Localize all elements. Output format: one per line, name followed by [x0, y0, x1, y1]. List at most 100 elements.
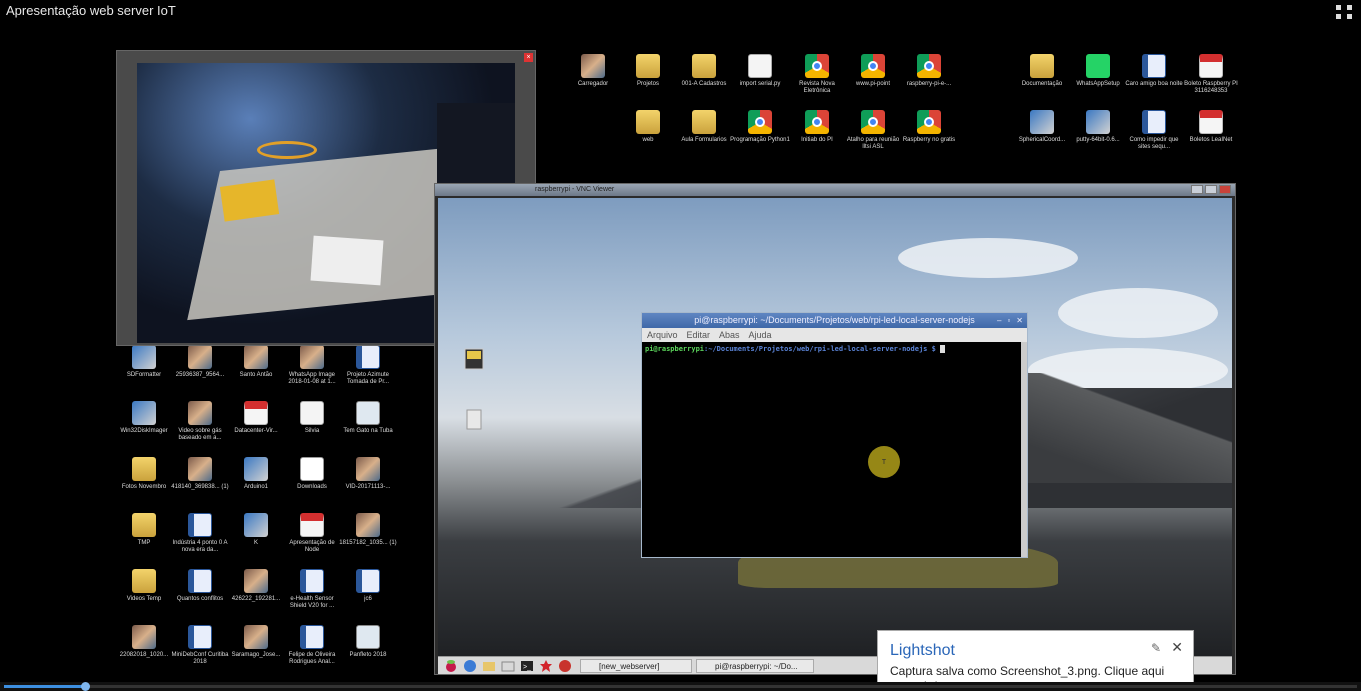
desktop-icon[interactable]: import serial.py: [730, 54, 790, 88]
desktop-icon[interactable]: Datacenter-Vir...: [226, 401, 286, 435]
desktop-icon-label: Fotos Novembro: [121, 484, 167, 490]
seek-track[interactable]: [4, 682, 1357, 691]
web-browser-icon[interactable]: [463, 659, 477, 673]
desktop-icon[interactable]: Documentação: [1012, 54, 1072, 88]
menu-editar[interactable]: Editar: [687, 328, 711, 342]
maximize-icon[interactable]: [1205, 185, 1217, 194]
desktop-icon-label: WhatsApp Image 2018-01-08 at 1...: [288, 372, 336, 385]
desktop-icon[interactable]: 25936387_9564...: [170, 345, 230, 379]
desktop-icon-label: Como impedir que sites sequ...: [1129, 137, 1179, 150]
desktop-icon-label: Videos Temp: [126, 596, 162, 602]
taskbar-terminal[interactable]: pi@raspberrypi: ~/Do...: [696, 659, 814, 673]
desktop-icon-label: Arduino1: [243, 484, 269, 490]
desktop-icon[interactable]: Apresentação de Node: [282, 513, 342, 554]
desktop-icon[interactable]: Aula Formularios: [674, 110, 734, 144]
desktop-icon-label: 426222_192281...: [231, 596, 281, 602]
sd-card-icon[interactable]: [464, 348, 484, 370]
menu-arquivo[interactable]: Arquivo: [647, 328, 678, 342]
video-seekbar[interactable]: [0, 682, 1361, 691]
minimize-icon[interactable]: [1191, 185, 1203, 194]
desktop-icon[interactable]: Como impedir que sites sequ...: [1124, 110, 1184, 151]
trash-icon[interactable]: [464, 408, 484, 430]
desktop-icon[interactable]: putty-64bit-0.6...: [1068, 110, 1128, 144]
desktop-icon[interactable]: Projetos: [618, 54, 678, 88]
desktop-icon-label: Programação Python1: [730, 137, 790, 143]
raspberry-menu-icon[interactable]: [444, 659, 458, 673]
close-icon[interactable]: ✕: [1016, 316, 1023, 325]
wolfram-icon[interactable]: [558, 659, 572, 673]
desktop-icon[interactable]: Fotos Novembro: [114, 457, 174, 491]
word-icon: [1142, 54, 1166, 78]
terminal-scrollbar[interactable]: [1021, 342, 1027, 557]
close-icon[interactable]: ✕: [1171, 639, 1183, 656]
desktop-icon[interactable]: Arduino1: [226, 457, 286, 491]
terminal-icon[interactable]: >_: [520, 659, 534, 673]
desktop-icon[interactable]: Saramago_Jose...: [226, 625, 286, 659]
desktop-icon[interactable]: Tem Gato na Tuba: [338, 401, 398, 435]
vnc-title-bar[interactable]: raspberrypi - VNC Viewer: [435, 184, 1235, 196]
prompt-path: :~/Documents/Projetos/web/rpi-led-local-…: [704, 345, 936, 353]
desktop-icon[interactable]: Caro amigo boa noite: [1124, 54, 1184, 88]
desktop-icon[interactable]: Video sobre gás baseado em a...: [170, 401, 230, 442]
desktop-icon[interactable]: jc6: [338, 569, 398, 603]
desktop-icon[interactable]: Programação Python1: [730, 110, 790, 144]
mathematica-icon[interactable]: [539, 659, 553, 673]
seek-handle[interactable]: [81, 682, 90, 691]
desktop-icon[interactable]: raspberry-pi-e-...: [899, 54, 959, 88]
desktop-icon[interactable]: Revista Nova Eletrônica: [787, 54, 847, 95]
photo-icon: [188, 457, 212, 481]
menu-ajuda[interactable]: Ajuda: [749, 328, 772, 342]
word-icon: [300, 625, 324, 649]
close-icon[interactable]: ×: [524, 53, 533, 62]
desktop-icon[interactable]: Boleto Raspberry PI 3116248353: [1181, 54, 1241, 95]
collapse-fullscreen-icon[interactable]: [1335, 4, 1353, 20]
desktop-icon[interactable]: 418140_369838... (1): [170, 457, 230, 491]
desktop-icon[interactable]: Felipe de Oliveira Rodrigues Anal...: [282, 625, 342, 666]
file-manager-icon[interactable]: [482, 659, 496, 673]
desktop-icon[interactable]: Silvia: [282, 401, 342, 435]
desktop-icon[interactable]: Downloads: [282, 457, 342, 491]
desktop-icon[interactable]: SDFormatter: [114, 345, 174, 379]
desktop-icon[interactable]: e-Health Sensor Shield V20 for ...: [282, 569, 342, 610]
desktop-icon[interactable]: Projeto Azimute Tomada de Pr...: [338, 345, 398, 386]
desktop-icon[interactable]: VID-20171113-...: [338, 457, 398, 491]
maximize-icon[interactable]: ▫: [1007, 316, 1010, 325]
desktop-icon[interactable]: WhatsApp Image 2018-01-08 at 1...: [282, 345, 342, 386]
terminal-window[interactable]: pi@raspberrypi: ~/Documents/Projetos/web…: [641, 312, 1028, 558]
desktop-icon[interactable]: Panfleto 2018: [338, 625, 398, 659]
desktop-icon[interactable]: Boletos LeaINet: [1181, 110, 1241, 144]
breadboard: [310, 235, 384, 286]
desktop-icon[interactable]: Quantos conflitos: [170, 569, 230, 603]
desktop-icon[interactable]: www.pi-point: [843, 54, 903, 88]
minimize-icon[interactable]: ‒: [997, 316, 1001, 325]
desktop-icon[interactable]: SphericalCoord...: [1012, 110, 1072, 144]
desktop-icon[interactable]: web: [618, 110, 678, 144]
desktop-icon[interactable]: Indústria 4 ponto 0 A nova era da...: [170, 513, 230, 554]
desktop-icon[interactable]: Initiab do PI: [787, 110, 847, 144]
desktop-icon[interactable]: MiniDebConf Curitiba 2018: [170, 625, 230, 666]
folder-icon: [692, 54, 716, 78]
desktop-icon[interactable]: 001-A Cadastros: [674, 54, 734, 88]
desktop-icon[interactable]: WhatsAppSetup: [1068, 54, 1128, 88]
menu-abas[interactable]: Abas: [719, 328, 740, 342]
desktop-icon[interactable]: 18157182_1035... (1): [338, 513, 398, 547]
taskbar-file-manager[interactable]: [new_webserver]: [580, 659, 692, 673]
desktop-icon[interactable]: TMP: [114, 513, 174, 547]
desktop-icon[interactable]: Carregador: [563, 54, 623, 88]
terminal-title-bar[interactable]: pi@raspberrypi: ~/Documents/Projetos/web…: [642, 313, 1027, 328]
desktop-icon[interactable]: Videos Temp: [114, 569, 174, 603]
desktop-icon[interactable]: Raspberry no gratis: [899, 110, 959, 144]
desktop-icon-label: Boletos LeaINet: [1189, 137, 1233, 143]
desktop-icon-label: Indústria 4 ponto 0 A nova era da...: [172, 540, 228, 553]
pin-icon[interactable]: ✎: [1151, 641, 1161, 655]
desktop-icon[interactable]: 22082018_1020...: [114, 625, 174, 659]
desktop-icon[interactable]: Atalho para reunião lltsi ASL: [843, 110, 903, 151]
desktop-icon[interactable]: Win32DiskImager: [114, 401, 174, 435]
terminal-body[interactable]: pi@raspberrypi:~/Documents/Projetos/web/…: [642, 342, 1022, 557]
desktop-icon[interactable]: Santo Antão: [226, 345, 286, 379]
folder-icon[interactable]: [501, 659, 515, 673]
desktop-icon[interactable]: K: [226, 513, 286, 547]
close-icon[interactable]: [1219, 185, 1231, 194]
lens-icon: [356, 625, 380, 649]
desktop-icon[interactable]: 426222_192281...: [226, 569, 286, 603]
